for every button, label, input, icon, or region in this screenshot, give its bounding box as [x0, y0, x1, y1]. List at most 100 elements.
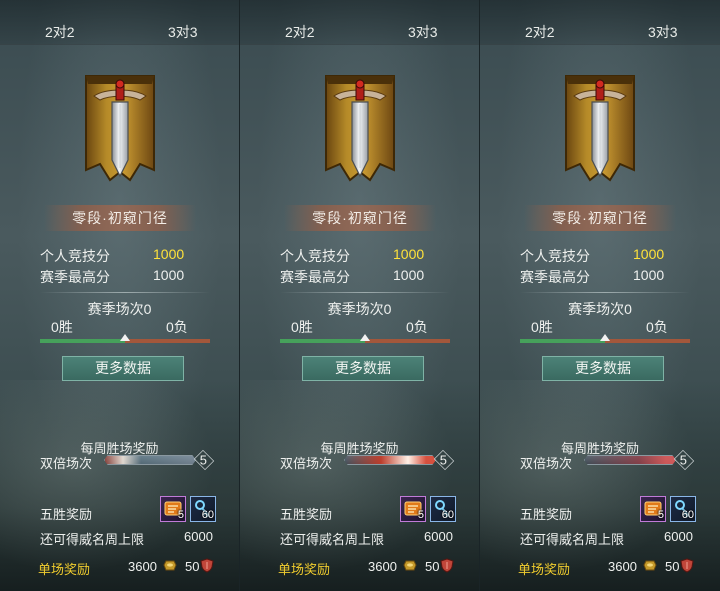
season-best-value: 1000: [633, 267, 665, 283]
tab-2v2[interactable]: 2对2: [45, 22, 75, 42]
season-best-label: 赛季最高分: [40, 269, 110, 285]
win-loss-bar: [280, 334, 450, 343]
reward-item-count: 60: [681, 509, 694, 521]
five-win-reward-label: 五胜奖励: [40, 507, 93, 522]
reward-item-count: 60: [441, 509, 454, 521]
weekly-cap-value: 6000: [184, 529, 213, 544]
reward-item-scroll[interactable]: 5: [400, 496, 426, 522]
five-win-reward-label: 五胜奖励: [280, 507, 333, 522]
five-win-reward-label: 五胜奖励: [520, 507, 573, 522]
tab-3v3[interactable]: 3对3: [380, 14, 465, 44]
shield-icon: [440, 558, 454, 573]
win-bar-fill: [40, 339, 125, 343]
mode-tabs: 2对2 3对3: [240, 0, 479, 45]
season-matches: 赛季场次0: [327, 301, 392, 317]
reward-item-count: 5: [657, 509, 664, 521]
win-bar-fill: [520, 339, 605, 343]
arena-panel: 2对2 3对3 零段·初窥门径 个人竞技分 1000 赛季最高分 1000 赛季…: [240, 0, 480, 591]
personal-score-label: 个人竞技分: [280, 248, 350, 264]
single-reward-value-1: 3600: [128, 559, 157, 574]
double-matches-bar: [344, 455, 436, 465]
double-matches-label: 双倍场次: [40, 456, 93, 471]
sword-banner-icon: [565, 75, 635, 182]
reward-item-key[interactable]: 60: [190, 496, 216, 522]
ratio-marker-icon: [120, 334, 130, 341]
single-reward-value-2: 50: [425, 559, 440, 574]
single-reward-value-1: 3600: [608, 559, 637, 574]
personal-score-row: 个人竞技分 1000: [520, 246, 690, 266]
arena-panel: 2对2 3对3 零段·初窥门径 个人竞技分 1000 赛季最高分 1000 赛季…: [0, 0, 240, 591]
gold-ingot-icon: [643, 560, 657, 571]
reward-item-scroll[interactable]: 5: [640, 496, 666, 522]
rank-title: 零段·初窥门径: [524, 205, 676, 231]
personal-score-value: 1000: [633, 246, 665, 262]
win-loss-bar: [40, 334, 210, 343]
season-best-value: 1000: [393, 267, 425, 283]
divider: [520, 292, 690, 293]
single-reward-value-2: 50: [185, 559, 200, 574]
shield-icon: [680, 558, 694, 573]
sword-banner-icon: [85, 75, 155, 182]
single-match-reward-label: 单场奖励: [278, 562, 331, 577]
reward-item-scroll[interactable]: 5: [160, 496, 186, 522]
rank-title: 零段·初窥门径: [284, 205, 436, 231]
double-matches-fill: [345, 456, 435, 464]
personal-score-label: 个人竞技分: [520, 248, 590, 264]
reward-item-count: 5: [177, 509, 184, 521]
season-best-row: 赛季最高分 1000: [280, 267, 450, 287]
season-best-label: 赛季最高分: [520, 269, 590, 285]
single-reward-value-2: 50: [665, 559, 680, 574]
sword-banner-icon: [325, 75, 395, 182]
season-matches: 赛季场次0: [87, 301, 152, 317]
season-best-row: 赛季最高分 1000: [520, 267, 690, 287]
tab-2v2[interactable]: 2对2: [525, 22, 555, 42]
ratio-marker-icon: [360, 334, 370, 341]
single-match-reward-label: 单场奖励: [38, 562, 91, 577]
more-data-button[interactable]: 更多数据: [302, 356, 424, 381]
season-best-label: 赛季最高分: [280, 269, 350, 285]
double-matches-fill: [585, 456, 675, 464]
losses-count: 0负: [166, 319, 188, 335]
reward-item-count: 5: [417, 509, 424, 521]
losses-count: 0负: [646, 319, 668, 335]
weekly-cap-value: 6000: [424, 529, 453, 544]
more-data-button[interactable]: 更多数据: [62, 356, 184, 381]
double-matches-label: 双倍场次: [520, 456, 573, 471]
tab-3v3[interactable]: 3对3: [648, 22, 678, 42]
reward-item-key[interactable]: 60: [430, 496, 456, 522]
double-matches-label: 双倍场次: [280, 456, 333, 471]
losses-count: 0负: [406, 319, 428, 335]
single-match-reward-label: 单场奖励: [518, 562, 571, 577]
arena-panels: 2对2 3对3 零段·初窥门径 个人竞技分 1000 赛季最高分 1000 赛季…: [0, 0, 720, 591]
weekly-cap-label: 还可得威名周上限: [280, 532, 385, 547]
ratio-marker-icon: [600, 334, 610, 341]
arena-panel: 2对2 3对3 零段·初窥门径 个人竞技分 1000 赛季最高分 1000 赛季…: [480, 0, 720, 591]
rank-title: 零段·初窥门径: [44, 205, 196, 231]
season-matches: 赛季场次0: [568, 301, 632, 317]
double-matches-bar: [584, 455, 676, 465]
weekly-cap-label: 还可得威名周上限: [40, 532, 145, 547]
gold-ingot-icon: [403, 560, 417, 571]
gold-ingot-icon: [163, 560, 177, 571]
personal-score-label: 个人竞技分: [40, 248, 110, 264]
reward-item-count: 60: [201, 509, 214, 521]
season-best-row: 赛季最高分 1000: [40, 267, 210, 287]
divider: [40, 292, 210, 293]
double-matches-fill: [105, 456, 195, 464]
mode-tabs: 2对2 3对3: [480, 0, 720, 45]
reward-item-key[interactable]: 60: [670, 496, 696, 522]
wins-count: 0胜: [291, 319, 313, 335]
single-reward-value-1: 3600: [368, 559, 397, 574]
weekly-cap-value: 6000: [664, 529, 693, 544]
personal-score-value: 1000: [393, 246, 425, 262]
shield-icon: [200, 558, 214, 573]
personal-score-row: 个人竞技分 1000: [40, 246, 210, 266]
personal-score-value: 1000: [153, 246, 185, 262]
more-data-button[interactable]: 更多数据: [542, 356, 664, 381]
weekly-cap-label: 还可得威名周上限: [520, 532, 625, 547]
tab-2v2[interactable]: 2对2: [285, 22, 315, 42]
mode-tabs: 2对2 3对3: [0, 0, 239, 45]
wins-count: 0胜: [531, 319, 553, 335]
personal-score-row: 个人竞技分 1000: [280, 246, 450, 266]
tab-3v3[interactable]: 3对3: [168, 22, 198, 42]
